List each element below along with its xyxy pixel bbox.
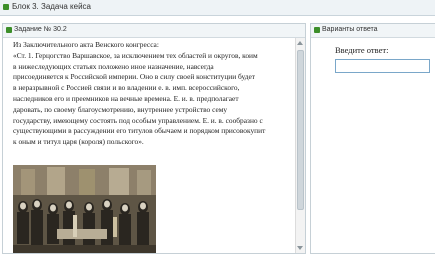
scroll-down-arrow-icon[interactable] xyxy=(297,246,303,250)
task-text: Из Заключительного акта Венского конгрес… xyxy=(13,40,295,148)
task-text-line: в неразрывной с Россией связи и во владе… xyxy=(13,83,240,93)
scroll-up-arrow-icon[interactable] xyxy=(297,41,303,45)
task-text-line: «Ст. 1. Герцогство Варшавское, за исключ… xyxy=(13,50,258,60)
answer-panel-title: Варианты ответа xyxy=(322,26,378,33)
scrollbar-thumb[interactable] xyxy=(297,50,304,210)
answer-panel-header: Варианты ответа xyxy=(311,24,435,38)
answers-icon xyxy=(314,27,320,33)
task-text-line: в нижеследующих статьях положено иное на… xyxy=(13,61,214,71)
block-icon xyxy=(3,4,9,10)
task-panel-header: Задание № 30.2 xyxy=(3,24,305,38)
window-titlebar: Блок 3. Задача кейса xyxy=(0,0,435,16)
task-text-line: даровать, по своему благоусмотрению, вну… xyxy=(13,104,228,114)
task-icon xyxy=(6,27,12,33)
task-panel: Задание № 30.2 Из Заключительного акта В… xyxy=(2,23,306,254)
task-scrollbar[interactable] xyxy=(295,38,305,253)
task-title: Задание № 30.2 xyxy=(14,26,67,33)
task-text-line: к оным и титул царя (короля) польского». xyxy=(13,137,144,147)
congress-painting-image xyxy=(13,165,156,253)
task-text-line: Из Заключительного акта Венского конгрес… xyxy=(13,40,159,49)
answer-prompt: Введите ответ: xyxy=(335,45,389,55)
answer-input[interactable] xyxy=(335,59,430,73)
window-title: Блок 3. Задача кейса xyxy=(12,2,92,11)
task-text-line: наследников его и преемников на вечные в… xyxy=(13,93,239,103)
task-text-line: государству, имеющему состоять под особы… xyxy=(13,115,263,125)
answer-panel: Варианты ответа Введите ответ: xyxy=(310,23,435,254)
task-text-line: существующими в рассуждении его титулов … xyxy=(13,126,266,136)
task-text-line: присоединяется к Российской империи. Оно… xyxy=(13,72,256,82)
